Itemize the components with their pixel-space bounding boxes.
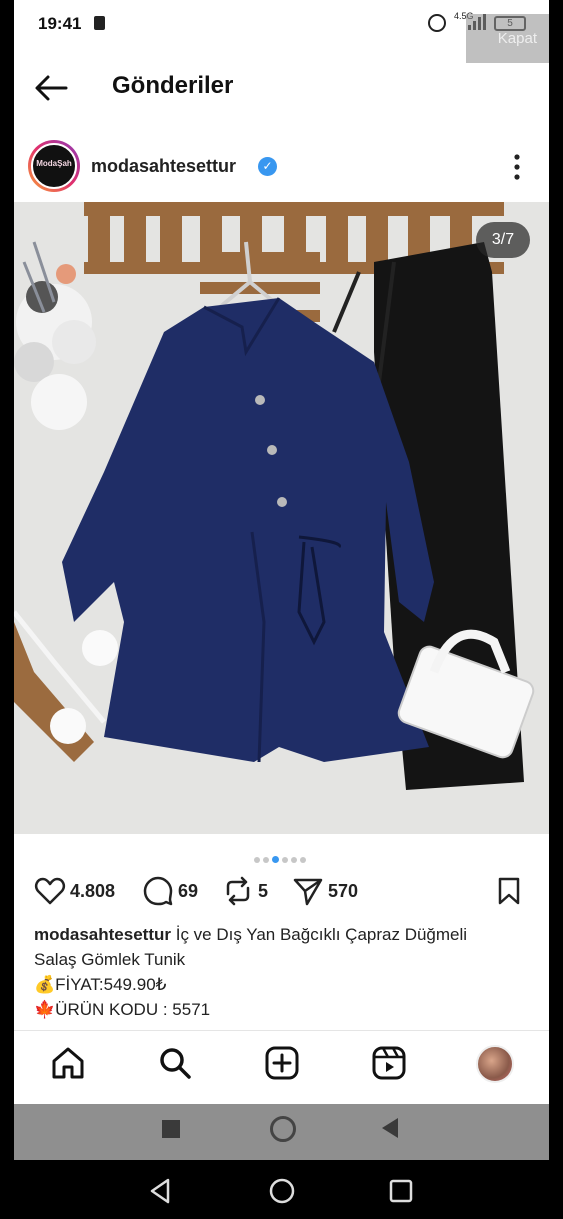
alarm-icon bbox=[428, 14, 446, 32]
system-home-icon[interactable] bbox=[267, 1176, 297, 1206]
carousel-dot bbox=[282, 857, 288, 863]
search-icon[interactable] bbox=[157, 1045, 193, 1081]
send-icon bbox=[293, 878, 323, 906]
arrow-left-icon[interactable] bbox=[34, 74, 68, 102]
repost-icon bbox=[226, 876, 250, 906]
post-image[interactable]: 3/7 bbox=[14, 202, 549, 834]
avatar-logo-text: ModaŞah bbox=[31, 143, 77, 189]
home-icon[interactable] bbox=[50, 1045, 86, 1081]
caption-text-1: İç ve Dış Yan Bağcıklı Çapraz Düğmeli bbox=[175, 925, 468, 944]
caption-product-code: 🍁ÜRÜN KODU : 5571 bbox=[34, 1000, 211, 1019]
profile-avatar[interactable] bbox=[476, 1045, 514, 1083]
avatar[interactable]: ModaŞah bbox=[28, 140, 80, 192]
carousel-dots bbox=[254, 850, 309, 863]
like-action[interactable]: 4.808 bbox=[34, 876, 115, 906]
comment-count: 69 bbox=[178, 880, 199, 901]
system-nav-bar bbox=[0, 1160, 563, 1219]
post-actions: 4.808 69 5 570 bbox=[14, 868, 549, 914]
add-post-icon[interactable] bbox=[264, 1045, 300, 1081]
carousel-dot bbox=[254, 857, 260, 863]
carousel-dot bbox=[263, 857, 269, 863]
product-photo-illustration bbox=[14, 202, 549, 834]
image-counter: 3/7 bbox=[476, 222, 530, 258]
top-bar: Gönderiler bbox=[14, 60, 549, 114]
home-button-icon bbox=[270, 1116, 296, 1142]
comment-action[interactable]: 69 bbox=[142, 876, 198, 906]
caption-line-1: modasahtesettur İç ve Dış Yan Bağcıklı Ç… bbox=[34, 922, 539, 947]
repost-action[interactable]: 5 bbox=[222, 876, 268, 906]
reels-icon[interactable] bbox=[371, 1045, 407, 1081]
screenshot-nav-bar bbox=[14, 1104, 549, 1160]
verified-badge-icon: ✓ bbox=[258, 157, 277, 176]
back-triangle-icon bbox=[382, 1118, 398, 1138]
caption-text-2: Salaş Gömlek Tunik bbox=[34, 950, 186, 969]
heart-icon bbox=[34, 877, 66, 905]
comment-icon bbox=[143, 876, 173, 906]
post-username[interactable]: modasahtesettur bbox=[91, 156, 236, 177]
system-recents-icon[interactable] bbox=[386, 1176, 416, 1206]
caption-username[interactable]: modasahtesettur bbox=[34, 925, 171, 944]
carousel-dot bbox=[291, 857, 297, 863]
kapat-button[interactable]: Kapat bbox=[466, 14, 549, 63]
lock-icon bbox=[94, 16, 105, 30]
phone-frame: 19:41 4.5G 5 Kapat Gönderiler ModaŞah mo… bbox=[0, 0, 563, 1219]
page-title: Gönderiler bbox=[112, 72, 234, 99]
carousel-dot bbox=[272, 856, 279, 863]
status-time: 19:41 bbox=[38, 14, 82, 33]
recents-icon bbox=[162, 1120, 180, 1138]
like-count: 4.808 bbox=[70, 880, 116, 901]
carousel-dot bbox=[300, 857, 306, 863]
repost-count: 5 bbox=[258, 880, 269, 901]
more-options-icon[interactable] bbox=[510, 152, 524, 182]
post-header: ModaŞah modasahtesettur ✓ bbox=[14, 138, 549, 196]
bookmark-icon[interactable] bbox=[494, 876, 524, 906]
post-caption: modasahtesettur İç ve Dış Yan Bağcıklı Ç… bbox=[34, 922, 539, 1022]
app-screen: 19:41 4.5G 5 Kapat Gönderiler ModaŞah mo… bbox=[14, 0, 549, 1160]
share-action[interactable]: 570 bbox=[292, 876, 358, 906]
status-bar: 19:41 4.5G 5 Kapat bbox=[14, 0, 549, 63]
bottom-nav bbox=[14, 1030, 549, 1100]
share-count: 570 bbox=[328, 880, 359, 901]
caption-price: 💰FİYAT:549.90₺ bbox=[34, 975, 167, 994]
system-back-icon[interactable] bbox=[146, 1176, 176, 1206]
